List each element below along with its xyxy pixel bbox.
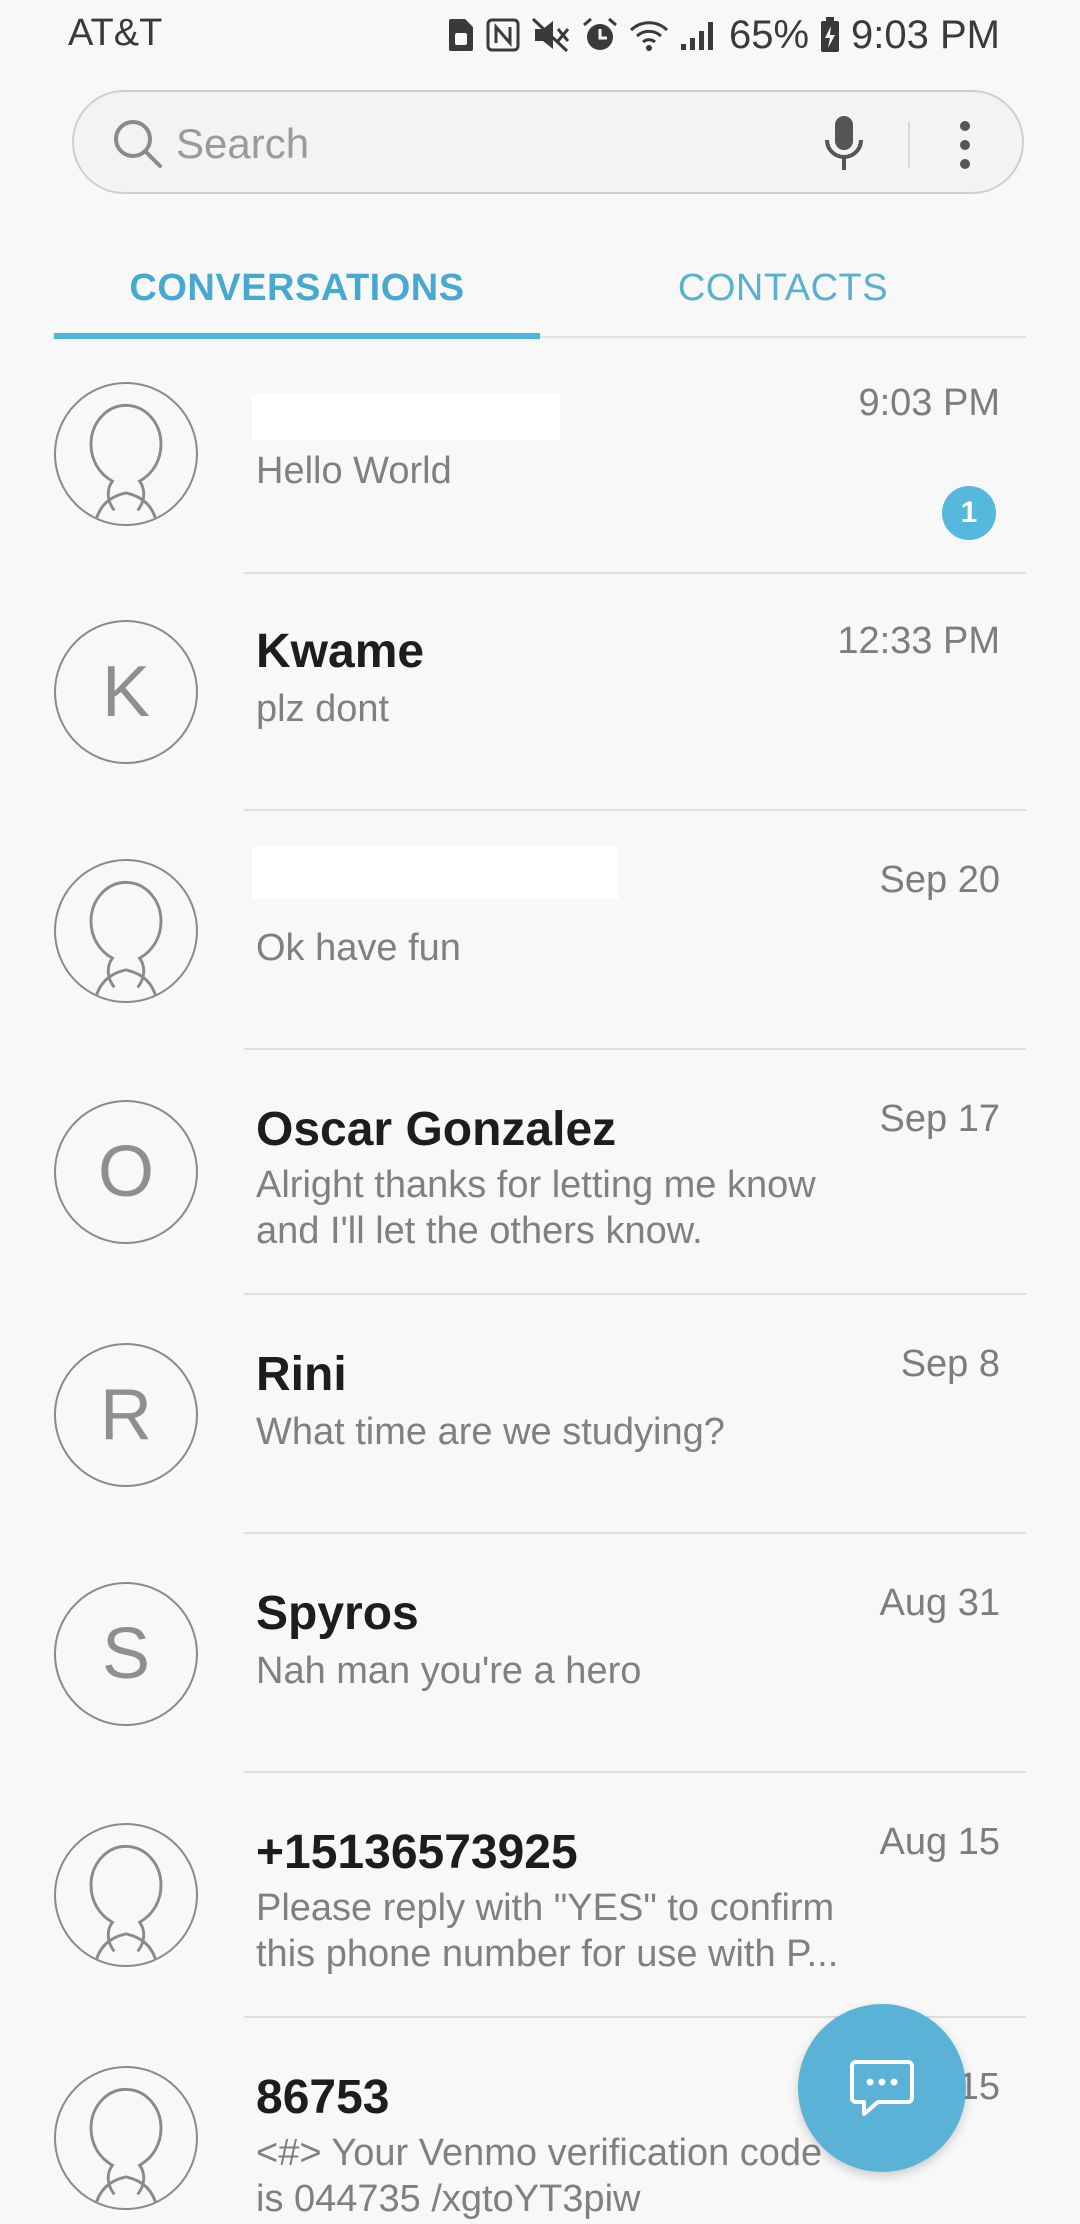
contact-name: +15136573925 [256, 1826, 578, 1879]
search-bar[interactable] [72, 90, 1024, 194]
person-avatar-icon [54, 382, 198, 526]
message-snippet: Ok have fun [256, 927, 461, 969]
message-time: Aug 15 [879, 1821, 1000, 1863]
message-time: 9:03 PM [858, 382, 1000, 424]
message-snippet: Alright thanks for letting me know and I… [256, 1164, 816, 1252]
message-snippet: What time are we studying? [256, 1411, 725, 1453]
conversation-row[interactable]: K Kwame plz dont 12:33 PM [0, 578, 1080, 817]
contact-name: Oscar Gonzalez [256, 1103, 617, 1156]
nfc-icon [486, 18, 520, 52]
mute-icon [531, 17, 570, 53]
conversation-row[interactable]: S Spyros Nah man you're a hero Aug 31 [0, 1540, 1080, 1779]
carrier-label: AT&T [68, 12, 163, 54]
avatar: R [54, 1343, 198, 1487]
alarm-icon [582, 17, 617, 50]
list-divider [244, 1048, 1026, 1050]
more-options-icon[interactable] [950, 118, 980, 172]
unread-badge: 1 [942, 486, 996, 540]
list-divider [244, 809, 1026, 811]
list-divider [244, 572, 1026, 574]
list-divider [244, 1532, 1026, 1534]
wifi-icon [629, 21, 669, 51]
conversation-row[interactable]: Ok have fun Sep 20 [0, 817, 1080, 1056]
contact-name: 86753 [256, 2071, 390, 2124]
message-snippet: plz dont [256, 688, 390, 730]
search-divider [908, 122, 910, 168]
status-icons: 65% 9:03 PM [447, 10, 1000, 60]
conversation-row[interactable]: O Oscar Gonzalez Alright thanks for lett… [0, 1056, 1080, 1301]
message-time: Aug 31 [879, 1582, 1000, 1624]
contact-name: Spyros [256, 1587, 419, 1640]
list-divider [244, 1293, 1026, 1295]
status-bar: AT&T 65% 9:03 PM [0, 0, 1080, 72]
conversation-row[interactable]: R Rini What time are we studying? Sep 8 [0, 1301, 1080, 1540]
person-avatar-icon [54, 2066, 198, 2210]
tab-bar: CONVERSATIONS CONTACTS [54, 240, 1026, 339]
message-time: 12:33 PM [837, 620, 1000, 662]
contact-name: Kwame [256, 625, 425, 678]
contact-name: Rini [256, 1348, 347, 1401]
compose-message-button[interactable] [798, 2004, 966, 2172]
list-divider [244, 1771, 1026, 1773]
battery-charging-icon [821, 17, 840, 52]
message-snippet: Hello World [256, 450, 452, 492]
tab-conversations[interactable]: CONVERSATIONS [54, 240, 540, 339]
search-icon [114, 120, 162, 168]
chat-bubble-icon [850, 2060, 914, 2116]
avatar: S [54, 1582, 198, 1726]
tab-indicator [54, 333, 540, 339]
message-time: Sep 20 [879, 859, 1000, 901]
sim-card-icon [448, 19, 473, 51]
conversation-row[interactable]: Hello World 9:03 PM 1 [0, 340, 1080, 578]
message-snippet: Nah man you're a hero [256, 1650, 642, 1692]
tab-contacts-label: CONTACTS [677, 266, 889, 309]
clock: 9:03 PM [851, 12, 1000, 57]
microphone-icon[interactable] [822, 114, 866, 174]
person-avatar-icon [54, 859, 198, 1003]
tab-conversations-label: CONVERSATIONS [129, 266, 465, 309]
conversation-row[interactable]: +15136573925 Please reply with "YES" to … [0, 1779, 1080, 2024]
avatar: O [54, 1100, 198, 1244]
search-input[interactable] [176, 118, 736, 170]
redacted-name [252, 847, 618, 899]
signal-icon [680, 22, 713, 50]
message-time: Sep 8 [900, 1343, 1000, 1385]
person-avatar-icon [54, 1823, 198, 1967]
message-snippet: Please reply with "YES" to confirm this … [256, 1887, 839, 1975]
message-time: Sep 17 [879, 1098, 1000, 1140]
battery-percent: 65% [728, 12, 810, 57]
avatar: K [54, 620, 198, 764]
tab-contacts[interactable]: CONTACTS [540, 240, 1026, 336]
message-snippet: <#> Your Venmo verification code is 0447… [256, 2132, 823, 2220]
redacted-name [252, 394, 560, 440]
